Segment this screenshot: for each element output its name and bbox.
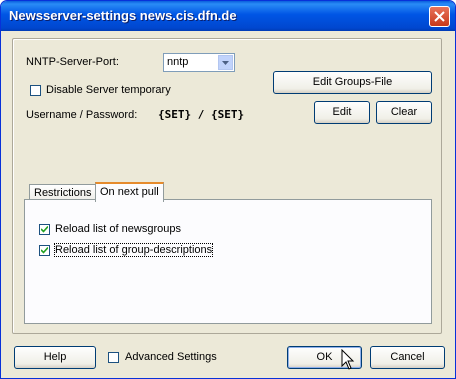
tab-panel-on-next-pull: Reload list of newsgroups Reload list of… [24, 199, 432, 324]
close-button[interactable] [429, 6, 450, 27]
help-button[interactable]: Help [14, 346, 96, 369]
disable-server-label: Disable Server temporary [46, 84, 171, 96]
title-bar[interactable]: Newsserver-settings news.cis.dfn.de [1, 1, 455, 31]
checkmark-icon [41, 226, 48, 233]
dialog-window: Newsserver-settings news.cis.dfn.de NNTP… [0, 0, 456, 379]
dropdown-arrow-button[interactable] [218, 55, 233, 70]
port-value: nntp [167, 56, 189, 68]
tab-on-next-pull[interactable]: On next pull [95, 182, 164, 202]
advanced-settings-label: Advanced Settings [125, 351, 217, 363]
advanced-settings-checkbox[interactable] [108, 352, 119, 363]
reload-newsgroups-label: Reload list of newsgroups [55, 223, 181, 235]
checkmark-icon [41, 247, 48, 254]
clear-credentials-button[interactable]: Clear [376, 101, 432, 124]
chevron-down-icon [222, 61, 229, 65]
edit-credentials-button[interactable]: Edit [314, 101, 370, 124]
reload-descriptions-checkbox[interactable] [39, 245, 50, 256]
mouse-pointer-icon [341, 349, 355, 370]
credentials-value: {SET} / {SET} [158, 108, 245, 121]
close-icon [434, 11, 445, 22]
credentials-label: Username / Password: [26, 109, 138, 121]
reload-newsgroups-checkbox[interactable] [39, 224, 50, 235]
dialog-body: NNTP-Server-Port: nntp Disable Server te… [4, 31, 452, 375]
disable-server-checkbox[interactable] [30, 85, 41, 96]
port-label: NNTP-Server-Port: [26, 56, 119, 68]
port-select[interactable]: nntp [163, 53, 235, 72]
edit-groups-file-button[interactable]: Edit Groups-File [273, 71, 432, 94]
cancel-button[interactable]: Cancel [370, 346, 445, 369]
window-title: Newsserver-settings news.cis.dfn.de [9, 8, 237, 23]
reload-descriptions-label: Reload list of group-descriptions [53, 243, 214, 257]
